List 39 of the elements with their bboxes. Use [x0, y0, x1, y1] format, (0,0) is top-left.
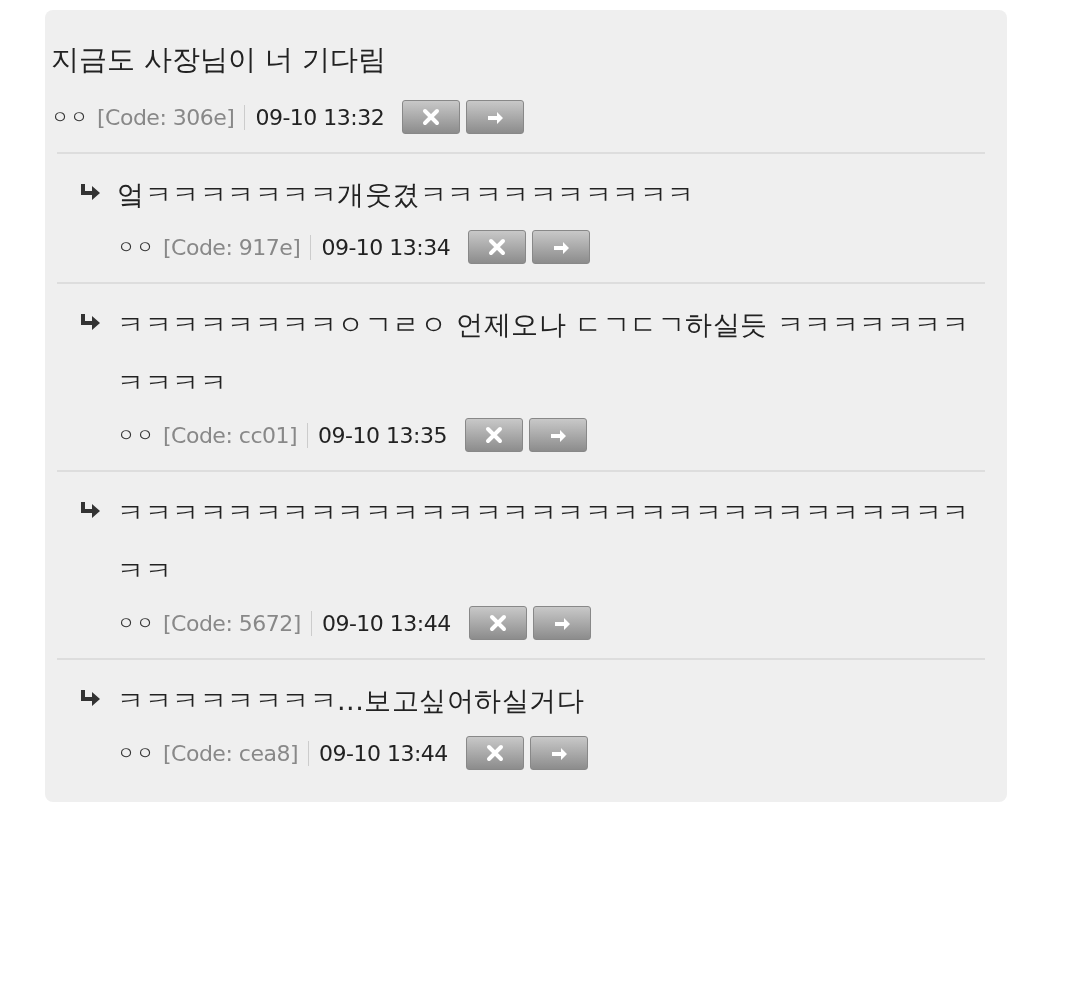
timestamp: 09-10 13:34	[321, 234, 451, 260]
author-name: ㅇㅇ	[117, 611, 155, 636]
author-name: ㅇㅇ	[51, 105, 89, 130]
close-icon	[484, 426, 503, 445]
reply-arrow-icon	[79, 500, 101, 521]
close-icon	[485, 744, 504, 763]
reply-text: ㅋㅋㅋㅋㅋㅋㅋㅋ...보고싶어하실거다	[117, 684, 586, 719]
user-code: [Code: 306e]	[97, 104, 246, 130]
reply-button[interactable]	[528, 418, 587, 453]
reply-arrow-icon	[79, 688, 101, 709]
timestamp: 09-10 13:44	[319, 740, 448, 766]
delete-button[interactable]	[468, 606, 527, 641]
close-icon	[422, 108, 441, 127]
timestamp: 09-10 13:44	[321, 610, 451, 636]
reply-button[interactable]	[532, 606, 591, 641]
delete-button[interactable]	[468, 230, 527, 265]
reply-button[interactable]	[529, 736, 588, 771]
reply-button[interactable]	[466, 100, 525, 135]
user-code: [Code: 5672]	[163, 610, 312, 636]
author-name: ㅇㅇ	[117, 741, 155, 766]
delete-button[interactable]	[402, 100, 461, 135]
reply-text: ㅋㅋㅋㅋㅋㅋㅋㅋㅋㅋㅋㅋㅋㅋㅋㅋㅋㅋㅋㅋㅋㅋㅋㅋㅋㅋㅋㅋㅋㅋㅋㅋㅋ	[117, 496, 971, 589]
timestamp: 09-10 13:35	[318, 422, 447, 448]
close-icon	[488, 614, 507, 633]
comment-text: 지금도 사장님이 너 기다림	[51, 42, 387, 78]
delete-button[interactable]	[464, 418, 523, 453]
reply-arrow-icon	[79, 182, 101, 203]
user-code: [Code: cea8]	[163, 740, 309, 766]
user-code: [Code: cc01]	[163, 422, 309, 448]
reply-text: 엌ㅋㅋㅋㅋㅋㅋㅋ개웃겼ㅋㅋㅋㅋㅋㅋㅋㅋㅋㅋ	[117, 178, 696, 213]
author-name: ㅇㅇ	[117, 423, 155, 448]
close-icon	[488, 238, 507, 257]
reply-text: ㅋㅋㅋㅋㅋㅋㅋㅋㅇㄱㄹㅇ 언제오나 ㄷㄱㄷㄱ하실듯 ㅋㅋㅋㅋㅋㅋㅋㅋㅋㅋㅋ	[117, 308, 971, 401]
user-code: [Code: 917e]	[163, 234, 312, 260]
reply-arrow-icon	[79, 312, 101, 333]
timestamp: 09-10 13:32	[255, 104, 385, 130]
author-name: ㅇㅇ	[117, 235, 155, 260]
delete-button[interactable]	[465, 736, 524, 771]
reply-button[interactable]	[532, 230, 591, 265]
